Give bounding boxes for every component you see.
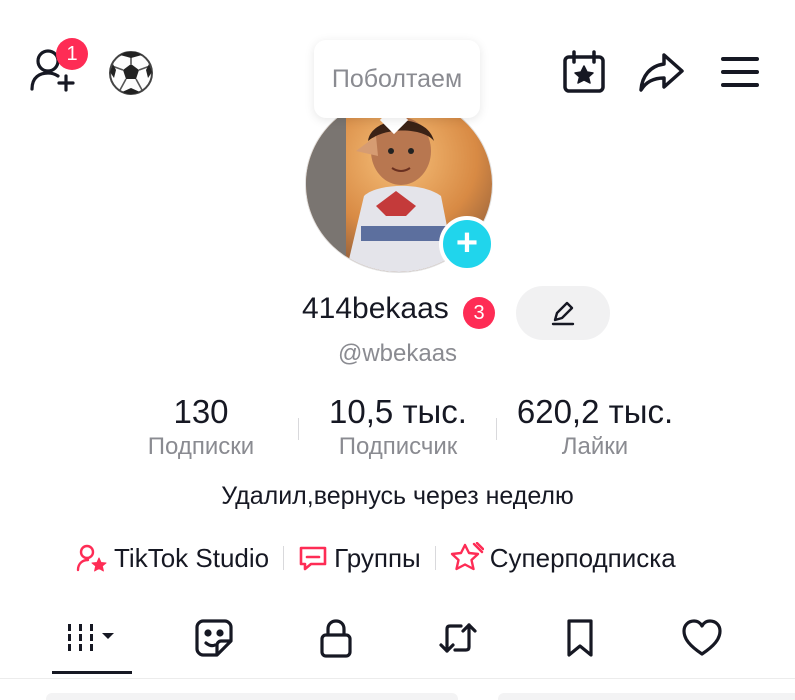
star-badge-icon (450, 542, 490, 574)
username: 414bekaas (302, 292, 449, 325)
stat-following-label: Подписки (147, 433, 255, 460)
menu-icon[interactable] (719, 53, 761, 91)
profile-links: TikTok Studio Группы Суперподписка (76, 537, 676, 579)
tab-videos[interactable] (62, 612, 122, 664)
calendar-star-icon[interactable] (561, 49, 607, 95)
video-thumbnail[interactable] (498, 693, 795, 700)
notification-badge: 1 (56, 38, 88, 70)
tiktok-studio-link[interactable]: TikTok Studio (76, 543, 269, 574)
tiktok-studio-label: TikTok Studio (114, 542, 270, 573)
tab-private[interactable] (306, 612, 366, 664)
super-subscription-label: Суперподписка (489, 542, 676, 573)
stat-divider (298, 418, 299, 440)
share-icon[interactable] (637, 49, 687, 95)
active-tab-indicator (52, 671, 132, 674)
sticker-icon (193, 617, 235, 659)
add-avatar-button[interactable]: + (439, 216, 495, 272)
edit-profile-button[interactable] (516, 286, 610, 340)
tabs-divider (0, 678, 795, 679)
profile-bio: Удалил,вернусь через неделю (221, 482, 574, 510)
repost-icon (437, 617, 479, 659)
stat-following-value: 130 (173, 393, 229, 430)
heart-icon (680, 618, 724, 658)
stat-likes-label: Лайки (561, 433, 629, 460)
tab-stickers[interactable] (184, 612, 244, 664)
stat-followers-value: 10,5 тыс. (329, 393, 467, 430)
tab-reposts[interactable] (428, 612, 488, 664)
pencil-icon (549, 299, 577, 327)
bookmark-icon (562, 617, 598, 659)
video-thumbnail[interactable] (46, 693, 458, 700)
soccer-ball-icon[interactable] (108, 50, 154, 96)
stat-divider (496, 418, 497, 440)
stat-likes[interactable]: 620,2 тыс. Лайки (505, 392, 685, 462)
chat-bubble[interactable]: Поболтаем (314, 40, 480, 118)
person-star-icon (76, 543, 114, 573)
groups-label: Группы (334, 542, 421, 573)
stat-followers[interactable]: 10,5 тыс. Подписчик (312, 392, 484, 462)
groups-link[interactable]: Группы (298, 543, 421, 574)
link-divider (283, 546, 285, 570)
stat-followers-label: Подписчик (338, 433, 458, 460)
lock-icon (316, 617, 356, 659)
tab-liked[interactable] (672, 612, 732, 664)
super-subscription-link[interactable]: Суперподписка (450, 542, 676, 574)
chat-bubble-icon (298, 543, 334, 573)
username-badge: 3 (463, 297, 495, 329)
link-divider (434, 546, 436, 570)
grid-bars-icon (62, 618, 122, 658)
tab-saved[interactable] (550, 612, 610, 664)
stat-likes-value: 620,2 тыс. (516, 393, 674, 430)
stat-following[interactable]: 130 Подписки (120, 392, 282, 462)
profile-handle: @wbekaas (337, 340, 458, 367)
